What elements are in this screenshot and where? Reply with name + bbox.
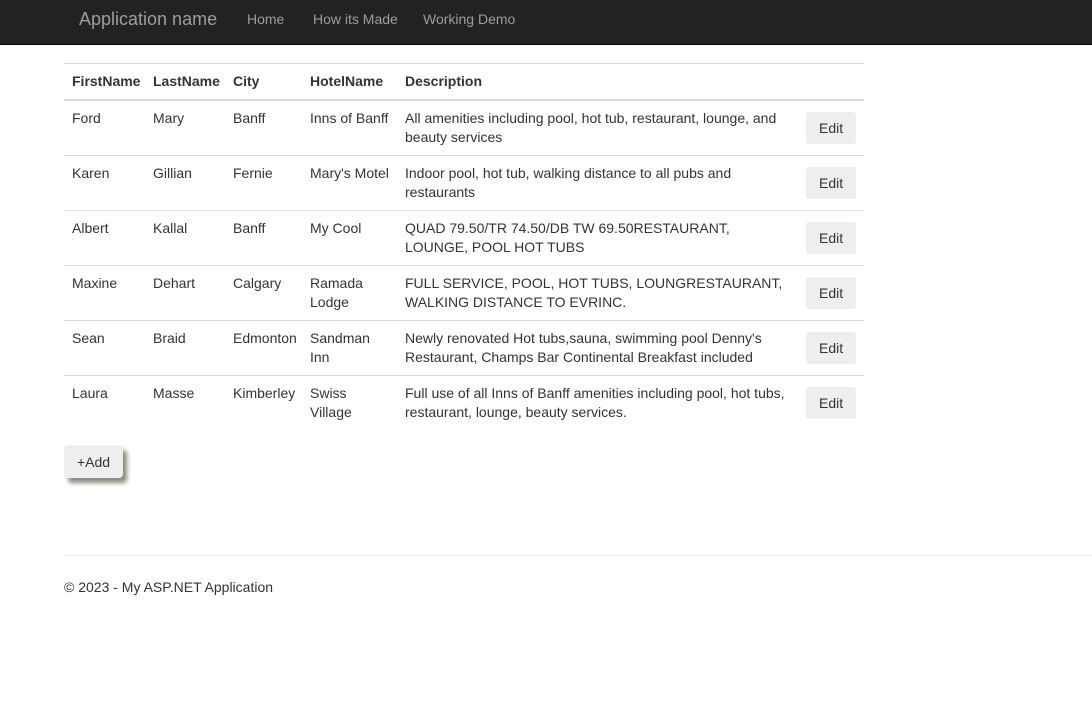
cell-actions: Edit xyxy=(798,99,864,156)
header-description: Description xyxy=(397,63,798,101)
table-row: Albert Kallal Banff My Cool QUAD 79.50/T… xyxy=(64,210,864,266)
cell-hotelname: Mary's Motel xyxy=(302,155,397,211)
table-row: Sean Braid Edmonton Sandman Inn Newly re… xyxy=(64,320,864,376)
cell-city: Banff xyxy=(225,210,302,266)
edit-button[interactable]: Edit xyxy=(806,332,857,364)
cell-city: Edmonton xyxy=(225,320,302,376)
hotels-table-container: FirstName LastName City HotelName Descri… xyxy=(64,63,864,431)
cell-city: Fernie xyxy=(225,155,302,211)
add-button[interactable]: +Add xyxy=(64,445,123,478)
table-row: Ford Mary Banff Inns of Banff All amenit… xyxy=(64,99,864,156)
hotels-table: FirstName LastName City HotelName Descri… xyxy=(64,63,864,431)
cell-description: Indoor pool, hot tub, walking distance t… xyxy=(397,155,798,211)
header-actions xyxy=(798,63,864,101)
table-row: Karen Gillian Fernie Mary's Motel Indoor… xyxy=(64,155,864,211)
cell-city: Banff xyxy=(225,99,302,156)
cell-actions: Edit xyxy=(798,375,864,431)
cell-description: Full use of all Inns of Banff amenities … xyxy=(397,375,798,431)
cell-description: FULL SERVICE, POOL, HOT TUBS, LOUNGRESTA… xyxy=(397,265,798,321)
table-header-row: FirstName LastName City HotelName Descri… xyxy=(64,63,864,101)
footer-copyright: © 2023 - My ASP.NET Application xyxy=(64,579,274,595)
header-lastname: LastName xyxy=(145,63,225,101)
header-city: City xyxy=(225,63,302,101)
cell-firstname: Laura xyxy=(64,375,145,431)
edit-button[interactable]: Edit xyxy=(806,277,857,309)
nav-link-home[interactable]: Home xyxy=(247,11,284,27)
cell-hotelname: My Cool xyxy=(302,210,397,266)
cell-city: Kimberley xyxy=(225,375,302,431)
cell-actions: Edit xyxy=(798,210,864,266)
edit-button[interactable]: Edit xyxy=(806,112,857,144)
cell-hotelname: Ramada Lodge xyxy=(302,265,397,321)
cell-lastname: Masse xyxy=(145,375,225,431)
edit-button[interactable]: Edit xyxy=(806,222,857,254)
cell-lastname: Dehart xyxy=(145,265,225,321)
cell-description: QUAD 79.50/TR 74.50/DB TW 69.50RESTAURAN… xyxy=(397,210,798,266)
header-firstname: FirstName xyxy=(64,63,145,101)
cell-firstname: Sean xyxy=(64,320,145,376)
cell-city: Calgary xyxy=(225,265,302,321)
table-row: Laura Masse Kimberley Swiss Village Full… xyxy=(64,375,864,431)
cell-description: All amenities including pool, hot tub, r… xyxy=(397,99,798,156)
footer-divider xyxy=(64,555,1092,556)
navbar: Application name Home How its Made Worki… xyxy=(0,0,1092,45)
cell-actions: Edit xyxy=(798,265,864,321)
cell-lastname: Gillian xyxy=(145,155,225,211)
table-row: Maxine Dehart Calgary Ramada Lodge FULL … xyxy=(64,265,864,321)
cell-lastname: Braid xyxy=(145,320,225,376)
cell-firstname: Karen xyxy=(64,155,145,211)
cell-description: Newly renovated Hot tubs,sauna, swimming… xyxy=(397,320,798,376)
nav-link-working-demo[interactable]: Working Demo xyxy=(423,11,515,27)
brand-link[interactable]: Application name xyxy=(79,9,217,29)
edit-button[interactable]: Edit xyxy=(806,387,857,420)
cell-actions: Edit xyxy=(798,155,864,211)
nav-link-how-its-made[interactable]: How its Made xyxy=(313,11,398,27)
cell-firstname: Ford xyxy=(64,99,145,156)
cell-lastname: Mary xyxy=(145,99,225,156)
edit-button[interactable]: Edit xyxy=(806,167,857,199)
cell-hotelname: Inns of Banff xyxy=(302,99,397,156)
cell-lastname: Kallal xyxy=(145,210,225,266)
cell-firstname: Maxine xyxy=(64,265,145,321)
cell-hotelname: Sandman Inn xyxy=(302,320,397,376)
cell-firstname: Albert xyxy=(64,210,145,266)
cell-hotelname: Swiss Village xyxy=(302,375,397,431)
header-hotelname: HotelName xyxy=(302,63,397,101)
cell-actions: Edit xyxy=(798,320,864,376)
